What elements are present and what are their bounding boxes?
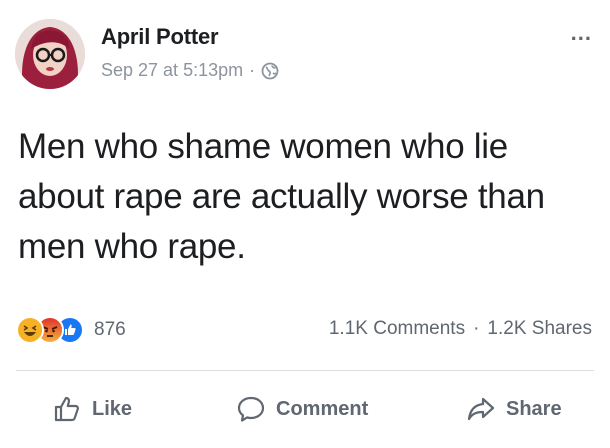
share-label: Share bbox=[506, 397, 562, 420]
like-label: Like bbox=[92, 397, 133, 420]
counts-separator: · bbox=[473, 318, 480, 339]
author-name[interactable]: April Potter bbox=[101, 24, 219, 50]
facebook-post: April Potter Sep 27 at 5:13pm · ... Men … bbox=[0, 0, 610, 448]
share-icon bbox=[467, 397, 495, 421]
comments-count[interactable]: 1.1K Comments bbox=[329, 318, 465, 340]
reactions-summary[interactable]: 876 bbox=[16, 316, 126, 344]
post-meta: Sep 27 at 5:13pm · bbox=[101, 60, 279, 81]
share-button[interactable]: Share bbox=[466, 384, 562, 434]
more-options-button[interactable]: ... bbox=[571, 20, 592, 46]
thumbs-up-icon bbox=[54, 396, 79, 422]
engagement-counts: 1.1K Comments · 1.2K Shares bbox=[329, 318, 592, 340]
avatar[interactable] bbox=[15, 19, 85, 89]
avatar-image bbox=[15, 19, 85, 89]
action-bar: Like Comment Share bbox=[0, 384, 610, 434]
shares-count[interactable]: 1.2K Shares bbox=[487, 318, 592, 340]
like-button[interactable]: Like bbox=[52, 384, 132, 434]
comment-label: Comment bbox=[276, 397, 369, 420]
comment-button[interactable]: Comment bbox=[236, 384, 368, 434]
post-timestamp[interactable]: Sep 27 at 5:13pm bbox=[101, 60, 243, 81]
reaction-count: 876 bbox=[94, 319, 126, 340]
meta-separator: · bbox=[249, 60, 256, 80]
comment-icon bbox=[237, 396, 265, 422]
post-text: Men who shame women who lie about rape a… bbox=[18, 127, 545, 266]
globe-icon[interactable] bbox=[261, 62, 279, 80]
divider bbox=[16, 370, 594, 371]
haha-icon bbox=[16, 316, 44, 344]
